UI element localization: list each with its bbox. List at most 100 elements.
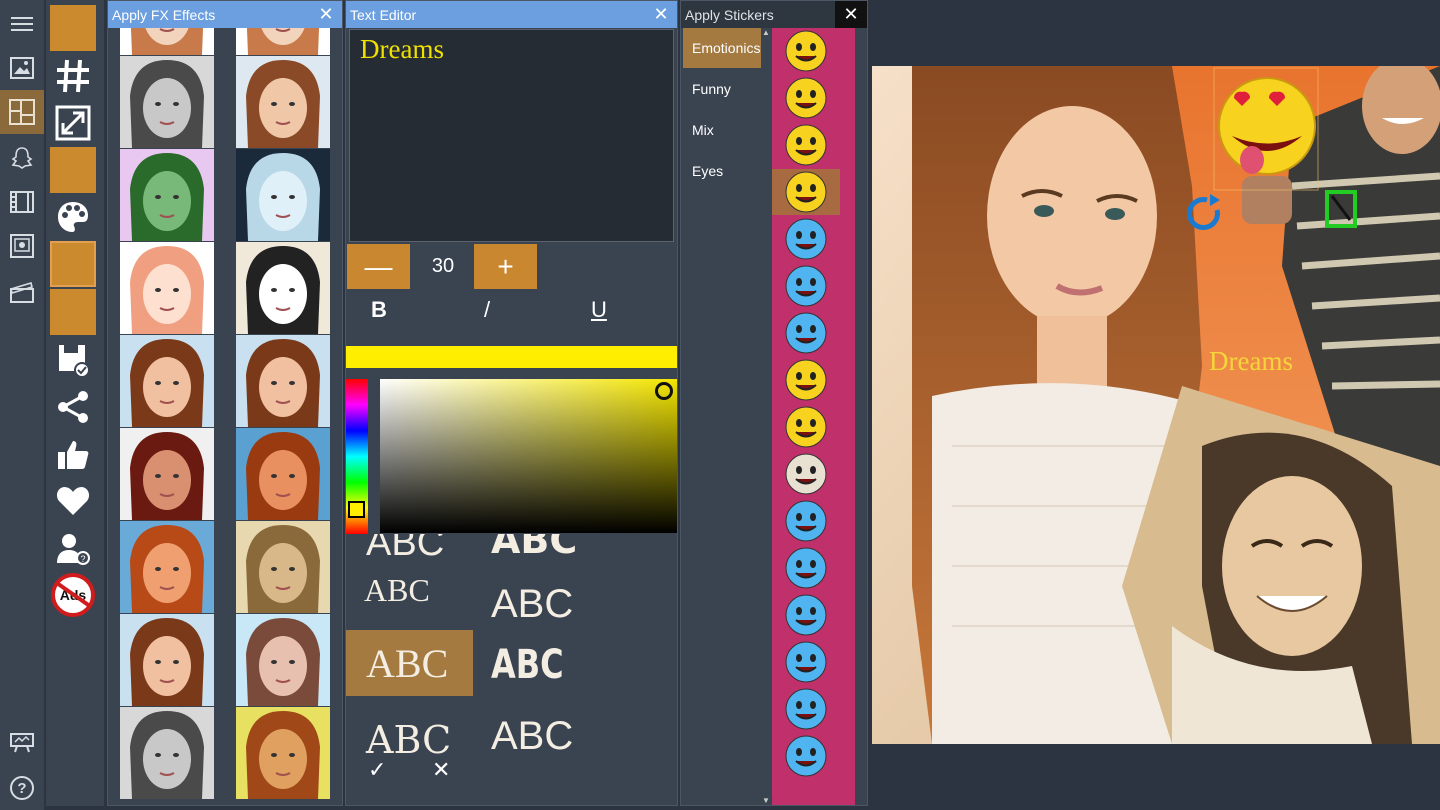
font-sample[interactable]: ABC — [491, 714, 573, 754]
hue-slider[interactable] — [346, 379, 368, 534]
heart-icon[interactable] — [50, 478, 96, 524]
blue-smile-emoji-icon[interactable] — [772, 216, 840, 262]
crown-emoji-icon[interactable] — [772, 357, 840, 403]
color-swatch-2[interactable] — [50, 147, 96, 193]
fx-thumbnail[interactable] — [120, 149, 214, 241]
mummy-emoji-icon[interactable] — [772, 451, 840, 497]
user-help-icon[interactable]: ? — [50, 526, 96, 572]
font-sample[interactable]: ABC — [491, 642, 564, 688]
stickers-title: Apply Stickers — [685, 6, 774, 23]
font-sample[interactable]: ABC — [366, 534, 444, 565]
bold-button[interactable]: B — [371, 297, 387, 323]
left-nav: ? — [0, 0, 44, 810]
fx-thumbnail[interactable] — [236, 707, 330, 799]
text-input-value: Dreams — [360, 34, 444, 64]
photo-icon[interactable] — [0, 46, 44, 90]
heart-eyes-emoji-icon[interactable] — [772, 169, 840, 215]
sticker-category-funny[interactable]: Funny — [683, 69, 761, 109]
filmstrip-icon[interactable] — [0, 180, 44, 224]
tools-column: ? Ads — [46, 0, 104, 806]
blue-shocked-emoji-icon[interactable] — [772, 639, 840, 685]
fx-thumbnail[interactable] — [236, 428, 330, 520]
italic-button[interactable]: / — [484, 297, 490, 323]
blue-cat-emoji-icon[interactable] — [772, 263, 840, 309]
color-swatch-3[interactable] — [50, 241, 96, 287]
fx-thumbnail[interactable] — [120, 28, 214, 55]
fx-thumbnail[interactable] — [120, 335, 214, 427]
blue-tongue-emoji-icon[interactable] — [772, 545, 840, 591]
fx-thumbnail[interactable] — [236, 242, 330, 334]
font-sample-selected[interactable]: ABC — [346, 630, 473, 696]
save-icon[interactable] — [50, 336, 96, 382]
fx-thumbnail[interactable] — [236, 335, 330, 427]
sticker-scrollbar[interactable]: ▲ ▼ — [761, 28, 771, 805]
font-size-value: 30 — [431, 255, 455, 277]
devil-emoji-icon[interactable] — [772, 498, 840, 544]
sticker-category-mix[interactable]: Mix — [683, 110, 761, 150]
scroll-up-icon[interactable]: ▲ — [761, 28, 771, 37]
cancel-button[interactable]: ✕ — [432, 757, 450, 783]
santa-emoji-icon[interactable] — [772, 686, 840, 732]
font-sample[interactable]: ABC — [364, 572, 430, 609]
fx-thumbnail[interactable] — [120, 521, 214, 613]
fx-thumbnail[interactable] — [236, 521, 330, 613]
fx-thumbnail[interactable] — [236, 28, 330, 55]
fx-thumbnail[interactable] — [120, 428, 214, 520]
grid-hash-icon[interactable] — [50, 53, 96, 99]
font-sample-list: ABC ABC ABC ABC ABC ABC ABC ABC — [346, 534, 677, 754]
stickers-close-button[interactable]: ✕ — [835, 1, 867, 28]
help-icon[interactable]: ? — [0, 766, 44, 810]
text-editor-close-button[interactable]: ✕ — [651, 4, 671, 25]
hue-slider-handle[interactable] — [348, 501, 365, 518]
font-size-decrease-button[interactable]: — — [347, 244, 410, 289]
cool-sunglasses-emoji-icon[interactable] — [772, 122, 840, 168]
text-input-area[interactable]: Dreams — [349, 29, 674, 242]
no-ads-icon[interactable]: Ads — [50, 572, 96, 618]
sign-board-icon[interactable] — [0, 720, 44, 764]
text-editor-title: Text Editor — [350, 6, 417, 23]
color-swatch[interactable] — [50, 5, 96, 51]
color-swatch-4[interactable] — [50, 289, 96, 335]
smirk-emoji-icon[interactable] — [772, 404, 840, 450]
snapchat-ghost-icon[interactable] — [0, 136, 44, 180]
fx-thumbnail[interactable] — [236, 149, 330, 241]
text-editor-panel: Text Editor ✕ Dreams — 30 + B / U ABC AB… — [345, 0, 678, 806]
fx-panel-title: Apply FX Effects — [112, 6, 216, 23]
font-sample[interactable]: ABC — [366, 718, 451, 754]
fx-thumbnail[interactable] — [120, 614, 214, 706]
hamburger-menu-icon[interactable] — [0, 2, 44, 46]
scroll-down-icon[interactable]: ▼ — [761, 796, 771, 805]
blue-heart-eyes-emoji-icon[interactable] — [772, 592, 840, 638]
share-icon[interactable] — [50, 384, 96, 430]
surprised-emoji-icon[interactable] — [772, 28, 840, 74]
blue-laugh-emoji-icon[interactable] — [772, 310, 840, 356]
underline-button[interactable]: U — [591, 297, 607, 323]
selected-color-bar — [346, 346, 677, 368]
fx-thumbnail[interactable] — [120, 707, 214, 799]
thumbs-up-icon[interactable] — [50, 432, 96, 478]
font-sample[interactable]: ABC — [491, 582, 573, 627]
svg-text:?: ? — [80, 554, 85, 564]
fx-panel-close-button[interactable]: ✕ — [316, 4, 336, 25]
resize-expand-icon[interactable] — [50, 100, 96, 146]
collage-layout-icon[interactable] — [0, 90, 44, 134]
photo-frame-icon[interactable] — [0, 224, 44, 268]
font-sample[interactable]: ABC — [491, 534, 577, 562]
collage-canvas[interactable]: Dreams — [872, 66, 1440, 744]
sticker-category-eyes[interactable]: Eyes — [683, 151, 761, 191]
fx-thumbnail[interactable] — [236, 614, 330, 706]
fx-thumbnail[interactable] — [120, 242, 214, 334]
saturation-value-picker[interactable] — [380, 379, 677, 533]
clapperboard-icon[interactable] — [0, 270, 44, 314]
blue-angry-emoji-icon[interactable] — [772, 733, 840, 779]
help-label: ? — [10, 776, 34, 800]
color-picker-handle[interactable] — [655, 382, 673, 400]
confirm-button[interactable]: ✓ — [368, 757, 386, 783]
laughing-emoji-icon[interactable] — [772, 75, 840, 121]
palette-icon[interactable] — [50, 194, 96, 240]
fx-thumbnail[interactable] — [120, 56, 214, 148]
sticker-category-emotionics[interactable]: Emotionics — [683, 28, 761, 68]
canvas-overlay-text[interactable]: Dreams — [1209, 346, 1293, 377]
font-size-increase-button[interactable]: + — [474, 244, 537, 289]
fx-thumbnail[interactable] — [236, 56, 330, 148]
